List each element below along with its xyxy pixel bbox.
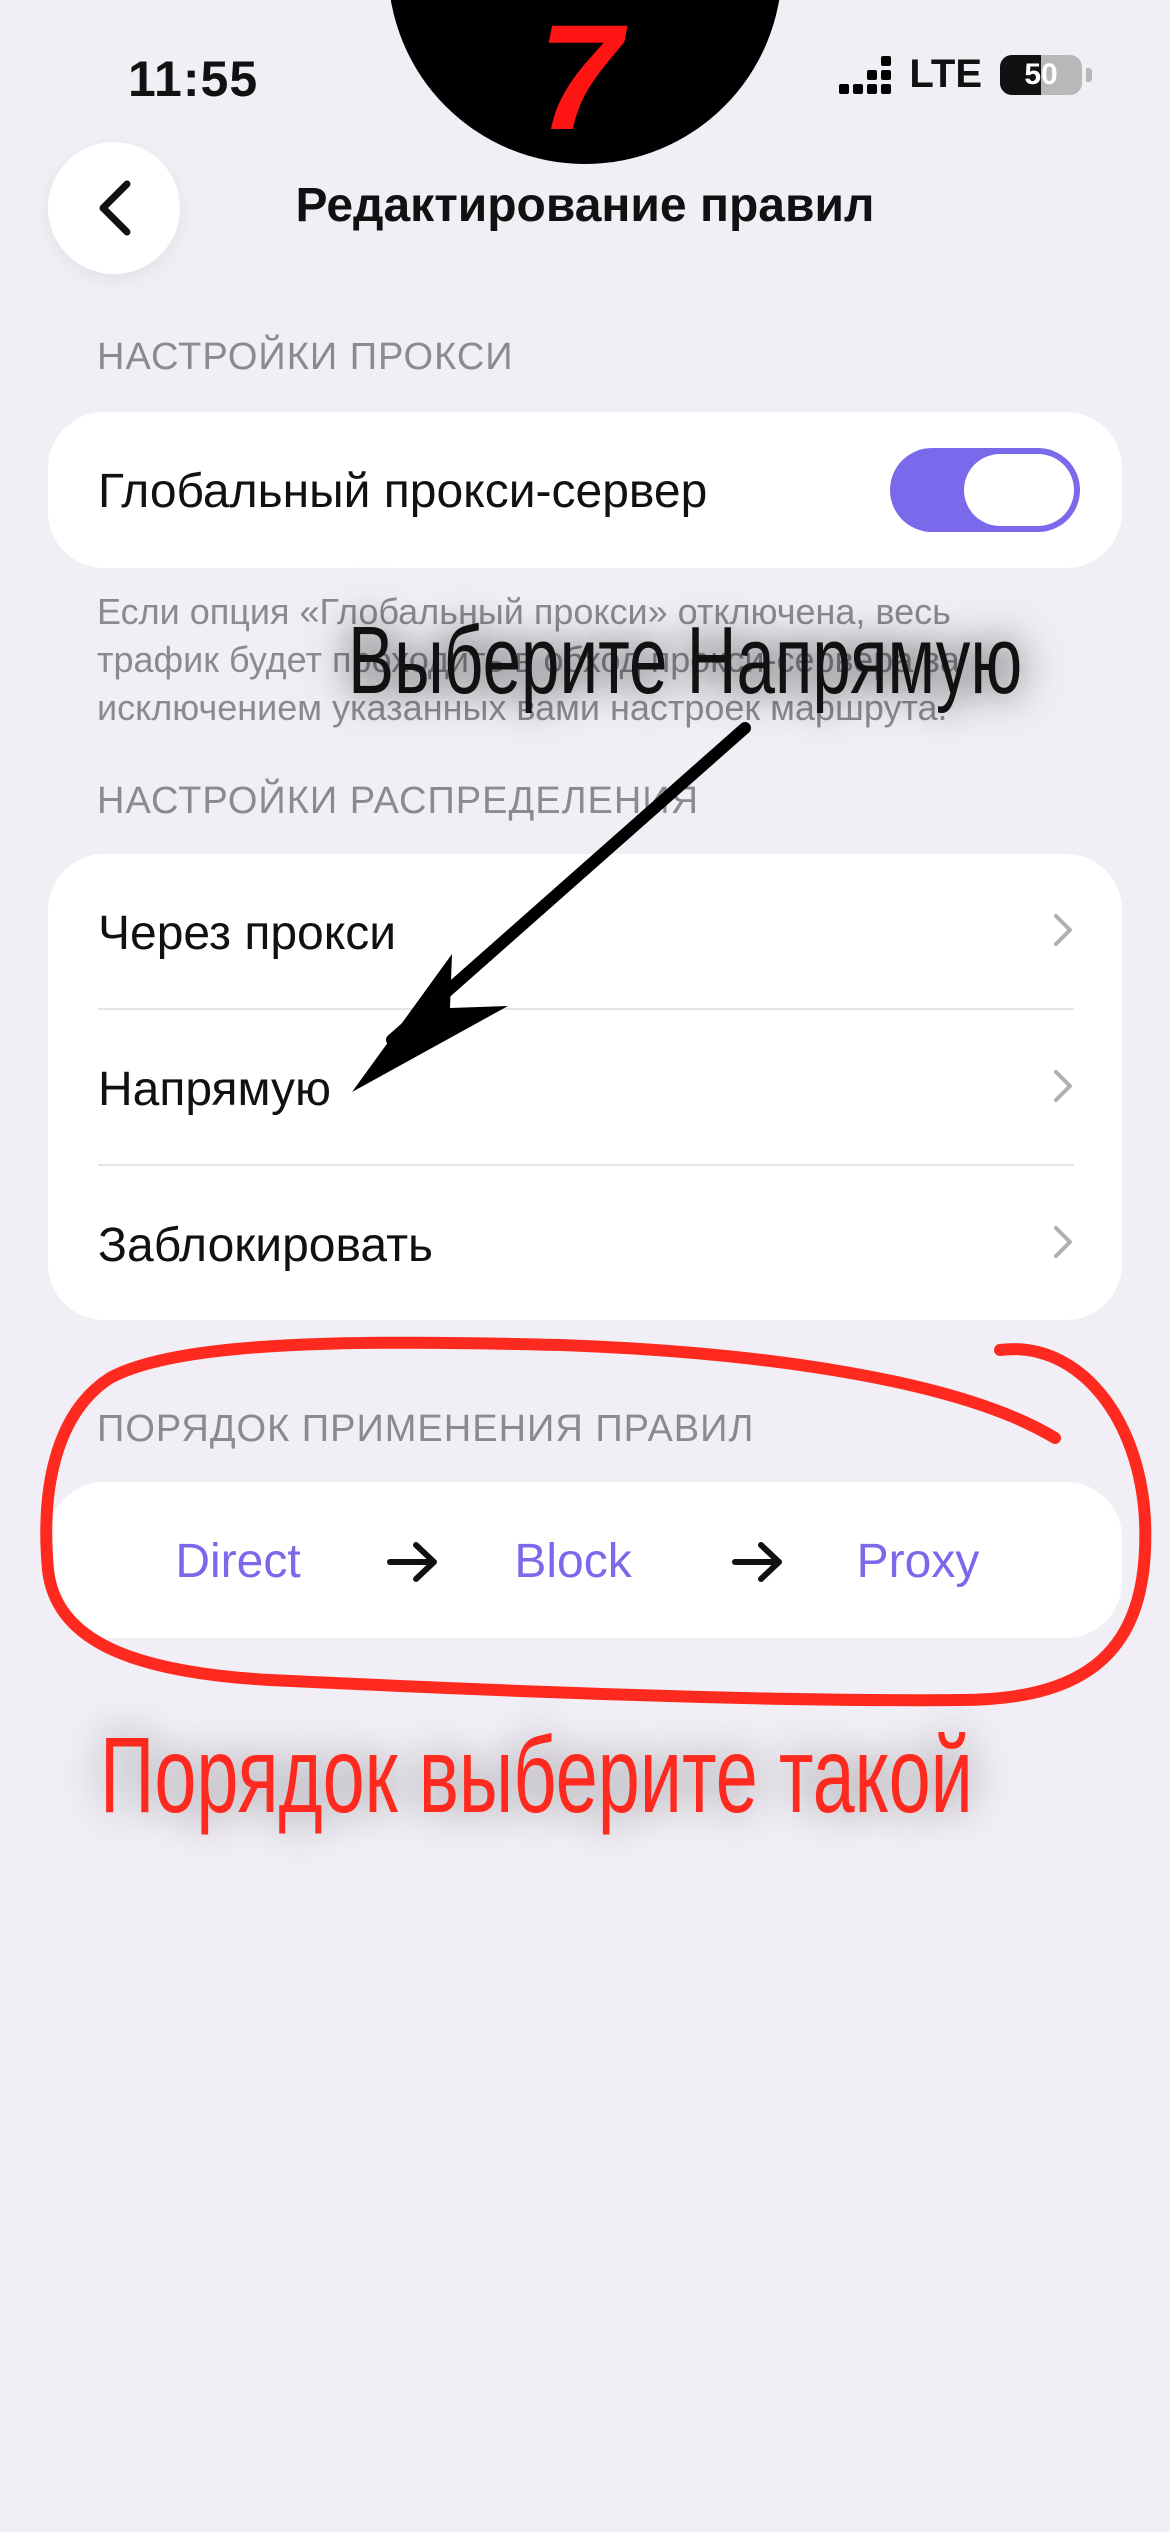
page-title: Редактирование правил: [295, 179, 875, 232]
battery-icon: 50: [1000, 54, 1082, 95]
chevron-right-icon: [1054, 1070, 1072, 1102]
distribution-item-via-proxy[interactable]: Через прокси: [48, 854, 1122, 1009]
distribution-item-label: Заблокировать: [98, 1219, 434, 1272]
rule-order-block: Block: [514, 1535, 632, 1588]
network-type: LTE: [909, 52, 982, 96]
global-proxy-toggle[interactable]: [890, 448, 1080, 532]
rule-order-card[interactable]: Direct Block Proxy: [48, 1482, 1122, 1638]
global-proxy-label: Глобальный прокси-сервер: [98, 465, 708, 518]
rule-order-label: ПОРЯДОК ПРИМЕНЕНИЯ ПРАВИЛ: [97, 1408, 755, 1450]
distribution-item-direct[interactable]: Напрямую: [48, 1010, 1122, 1164]
global-proxy-card: Глобальный прокси-сервер: [48, 412, 1122, 568]
proxy-settings-label: НАСТРОЙКИ ПРОКСИ: [97, 336, 514, 378]
chevron-right-icon: [1054, 914, 1072, 946]
distribution-settings-label: НАСТРОЙКИ РАСПРЕДЕЛЕНИЯ: [97, 780, 700, 822]
distribution-item-block[interactable]: Заблокировать: [48, 1166, 1122, 1320]
arrow-right-icon: [732, 1542, 782, 1582]
battery-level: 50: [1024, 57, 1058, 91]
signal-icon: [839, 55, 892, 94]
caption-text: Порядок выберите такой: [100, 1714, 973, 1835]
step-number-annotation: 7: [538, 0, 622, 161]
distribution-item-label: Через прокси: [98, 907, 397, 960]
rule-order-proxy: Proxy: [856, 1535, 980, 1588]
status-indicators: LTE 50: [839, 52, 1092, 97]
battery-tip: [1086, 67, 1092, 82]
arrow-right-icon: [387, 1542, 437, 1582]
rule-order-direct: Direct: [175, 1535, 301, 1588]
distribution-card: Через прокси Напрямую Заблокировать: [48, 854, 1122, 1320]
toggle-knob: [964, 454, 1074, 526]
callout-text: Выберите Напрямую: [348, 607, 1023, 714]
distribution-item-label: Напрямую: [98, 1063, 332, 1116]
status-time: 11:55: [128, 51, 259, 107]
chevron-right-icon: [1054, 1226, 1072, 1258]
